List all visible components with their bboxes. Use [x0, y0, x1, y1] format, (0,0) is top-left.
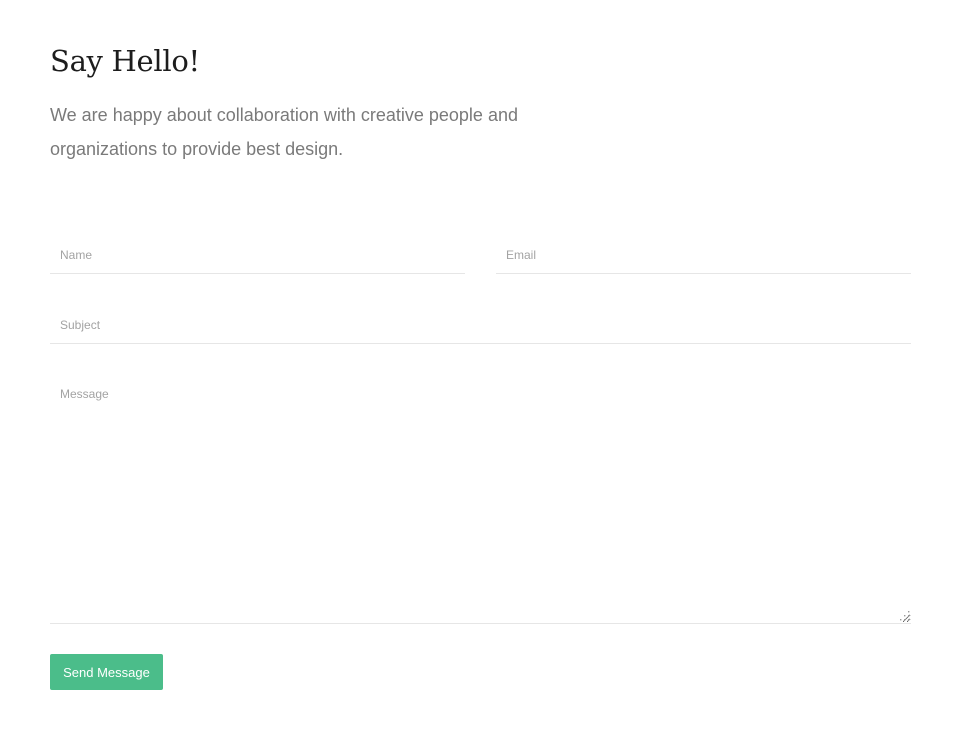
- page-title: Say Hello!: [50, 44, 200, 78]
- email-input[interactable]: [496, 236, 911, 274]
- subject-input[interactable]: [50, 306, 911, 344]
- intro-text: We are happy about collaboration with cr…: [50, 105, 518, 159]
- send-message-button[interactable]: Send Message: [50, 654, 163, 690]
- message-textarea[interactable]: [50, 376, 911, 624]
- name-input[interactable]: [50, 236, 465, 274]
